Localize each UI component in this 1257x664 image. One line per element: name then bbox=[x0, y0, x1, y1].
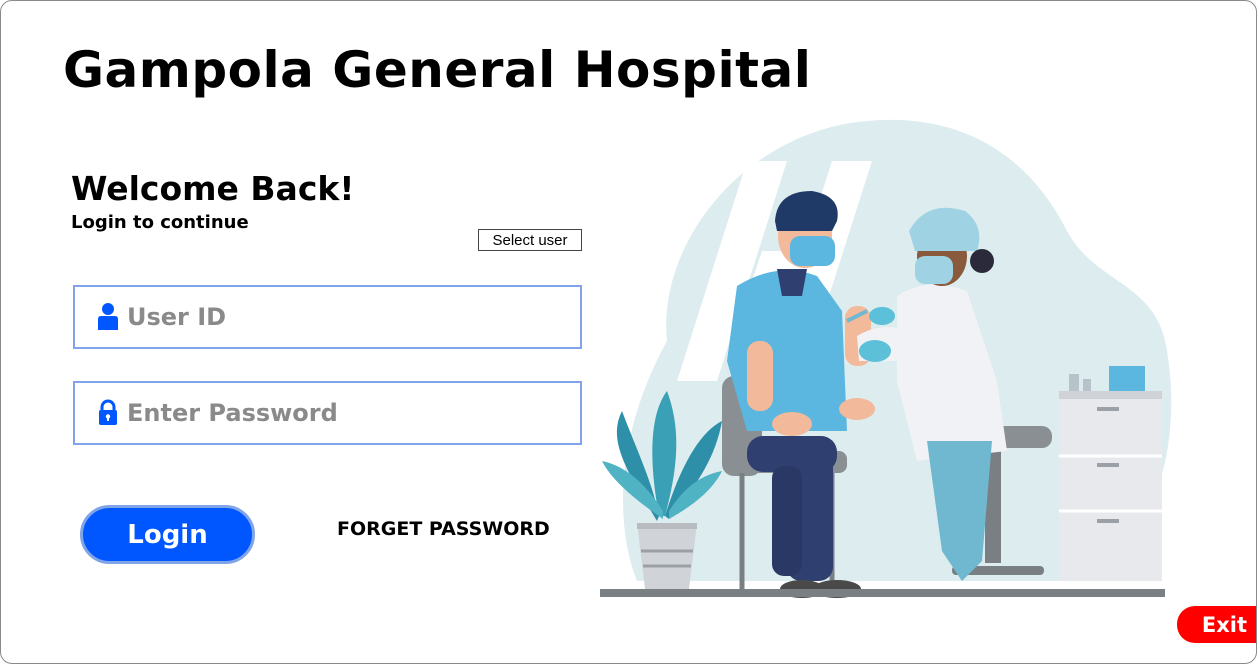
page-title: Gampola General Hospital bbox=[63, 41, 812, 99]
password-input[interactable] bbox=[127, 383, 580, 443]
login-window: Gampola General Hospital Welcome Back! L… bbox=[0, 0, 1257, 664]
exit-button[interactable]: Exit bbox=[1177, 606, 1256, 643]
login-button[interactable]: Login bbox=[80, 505, 255, 564]
lock-icon bbox=[99, 399, 117, 425]
welcome-heading: Welcome Back! bbox=[71, 169, 355, 208]
select-user-dropdown[interactable]: Select user bbox=[478, 229, 582, 251]
login-subheading: Login to continue bbox=[71, 212, 249, 233]
user-id-input[interactable] bbox=[127, 287, 580, 347]
vaccination-illustration bbox=[600, 119, 1172, 598]
forget-password-link[interactable]: FORGET PASSWORD bbox=[337, 518, 550, 540]
password-field[interactable] bbox=[73, 381, 582, 445]
user-id-field[interactable] bbox=[73, 285, 582, 349]
user-icon bbox=[98, 303, 118, 330]
